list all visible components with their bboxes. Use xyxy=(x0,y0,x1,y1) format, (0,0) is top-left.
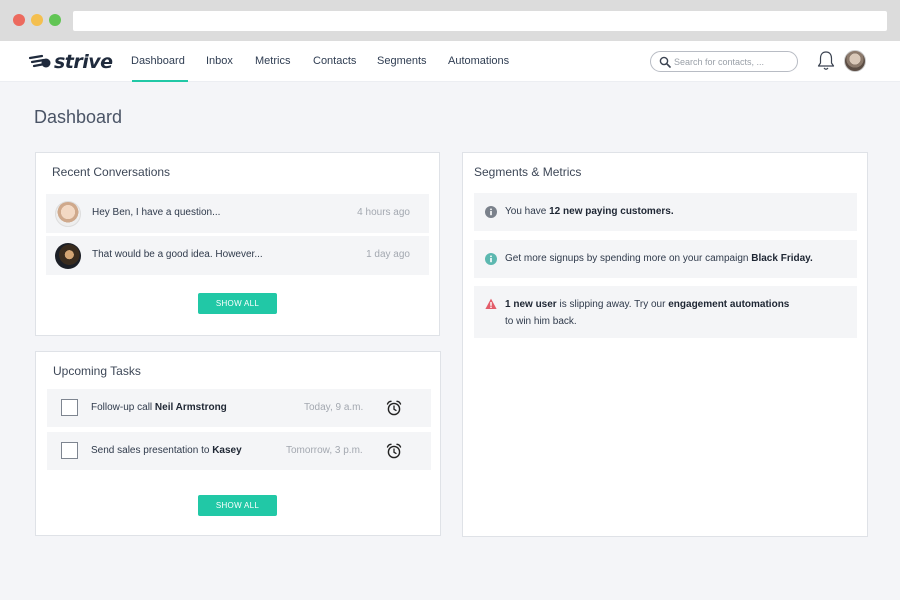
nav-inbox[interactable]: Inbox xyxy=(206,41,233,82)
info-icon xyxy=(485,253,497,265)
metric-highlight: 12 new paying customers. xyxy=(549,206,674,217)
conversation-preview: That would be a good idea. However... xyxy=(92,249,263,260)
upcoming-tasks-title: Upcoming Tasks xyxy=(53,364,141,378)
conversation-row[interactable]: Hey Ben, I have a question... 4 hours ag… xyxy=(46,194,429,233)
minimize-window-dot[interactable] xyxy=(31,14,43,26)
task-time: Tomorrow, 3 p.m. xyxy=(286,445,363,456)
task-row: Follow-up call Neil Armstrong Today, 9 a… xyxy=(47,389,431,427)
automations-link[interactable]: engagement automations xyxy=(668,299,789,310)
task-contact-name[interactable]: Kasey xyxy=(212,445,241,456)
maximize-window-dot[interactable] xyxy=(49,14,61,26)
alarm-clock-icon[interactable] xyxy=(386,400,402,416)
task-checkbox[interactable] xyxy=(61,399,78,416)
conversation-time: 1 day ago xyxy=(366,249,410,260)
metric-item[interactable]: 1 new user is slipping away. Try our eng… xyxy=(474,286,857,338)
metric-text: You have xyxy=(505,206,547,217)
metric-item[interactable]: Get more signups by spending more on you… xyxy=(474,240,857,278)
contact-avatar xyxy=(55,201,81,227)
task-contact-name[interactable]: Neil Armstrong xyxy=(155,402,227,413)
metric-text: is slipping away. Try our xyxy=(559,299,666,310)
metric-text: Get more signups by spending more on you… xyxy=(505,253,749,264)
nav-contacts[interactable]: Contacts xyxy=(313,41,356,82)
nav-dashboard[interactable]: Dashboard xyxy=(131,41,188,82)
task-prefix: Follow-up call xyxy=(91,402,153,413)
task-row: Send sales presentation to Kasey Tomorro… xyxy=(47,432,431,470)
nav-segments[interactable]: Segments xyxy=(377,41,427,82)
close-window-dot[interactable] xyxy=(13,14,25,26)
info-icon xyxy=(485,206,497,218)
task-description: Follow-up call Neil Armstrong xyxy=(91,402,227,413)
conversation-preview: Hey Ben, I have a question... xyxy=(92,207,221,218)
warning-icon xyxy=(485,298,497,309)
brand-logo[interactable]: strive xyxy=(28,50,113,74)
notifications-bell-icon[interactable] xyxy=(816,50,836,72)
strive-logo-icon xyxy=(28,54,51,68)
alarm-clock-icon[interactable] xyxy=(386,443,402,459)
page-title: Dashboard xyxy=(34,107,123,127)
top-navigation: strive Dashboard Inbox Metrics Contacts … xyxy=(0,41,900,82)
metric-message: You have 12 new paying customers. xyxy=(505,203,674,220)
show-all-tasks-button[interactable]: SHOW ALL xyxy=(198,495,277,516)
task-checkbox[interactable] xyxy=(61,442,78,459)
contact-avatar xyxy=(55,243,81,269)
metric-message: Get more signups by spending more on you… xyxy=(505,250,813,267)
address-bar[interactable] xyxy=(73,11,887,31)
conversation-row[interactable]: That would be a good idea. However... 1 … xyxy=(46,236,429,275)
segments-metrics-title: Segments & Metrics xyxy=(474,165,582,179)
show-all-conversations-button[interactable]: SHOW ALL xyxy=(198,293,277,314)
user-avatar[interactable] xyxy=(844,50,866,72)
task-description: Send sales presentation to Kasey xyxy=(91,445,242,456)
metric-item[interactable]: You have 12 new paying customers. xyxy=(474,193,857,231)
task-time: Today, 9 a.m. xyxy=(304,402,364,413)
segments-metrics-card: Segments & Metrics You have 12 new payin… xyxy=(462,152,868,537)
metric-message: 1 new user is slipping away. Try our eng… xyxy=(505,296,789,330)
brand-name: strive xyxy=(54,51,113,73)
browser-chrome xyxy=(0,0,900,41)
search-box xyxy=(650,51,798,72)
conversation-time: 4 hours ago xyxy=(357,207,410,218)
nav-metrics[interactable]: Metrics xyxy=(255,41,290,82)
search-input[interactable] xyxy=(674,54,792,69)
metric-text: to win him back. xyxy=(505,316,577,327)
task-prefix: Send sales presentation to xyxy=(91,445,210,456)
search-icon xyxy=(659,56,671,68)
campaign-link[interactable]: Black Friday. xyxy=(751,253,813,264)
recent-conversations-card: Recent Conversations Hey Ben, I have a q… xyxy=(35,152,440,336)
nav-automations[interactable]: Automations xyxy=(448,41,509,82)
upcoming-tasks-card: Upcoming Tasks Follow-up call Neil Armst… xyxy=(35,351,441,536)
metric-highlight: 1 new user xyxy=(505,299,557,310)
recent-conversations-title: Recent Conversations xyxy=(52,165,171,179)
